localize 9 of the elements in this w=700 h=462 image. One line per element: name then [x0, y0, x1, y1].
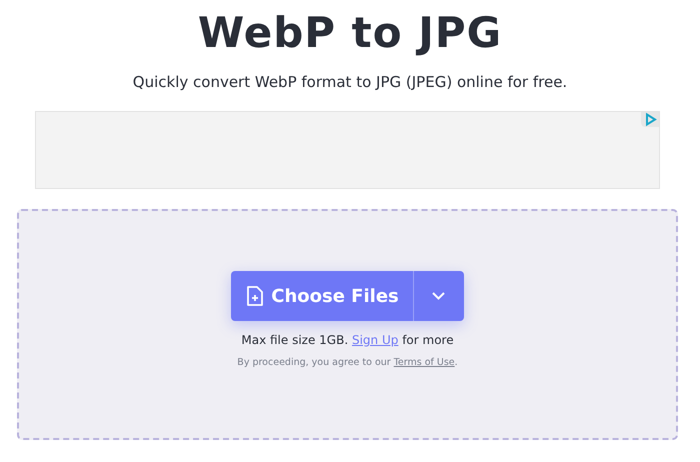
file-drop-zone[interactable]: Choose Files Max file size 1GB. Sign Up for more By proceeding, you agree to our Terms of Use.: [17, 209, 678, 440]
chevron-down-icon: [432, 292, 446, 300]
page-subtitle: Quickly convert WebP format to JPG (JPEG) online for free.: [132, 73, 568, 91]
page-title: WebP to JPG: [198, 8, 502, 57]
file-size-note: Max file size 1GB. Sign Up for more: [241, 333, 454, 347]
sign-up-link[interactable]: Sign Up: [352, 333, 398, 347]
terms-note: By proceeding, you agree to our Terms of Use.: [237, 357, 458, 368]
terms-of-use-link[interactable]: Terms of Use: [394, 357, 455, 368]
file-plus-icon: [247, 286, 264, 306]
